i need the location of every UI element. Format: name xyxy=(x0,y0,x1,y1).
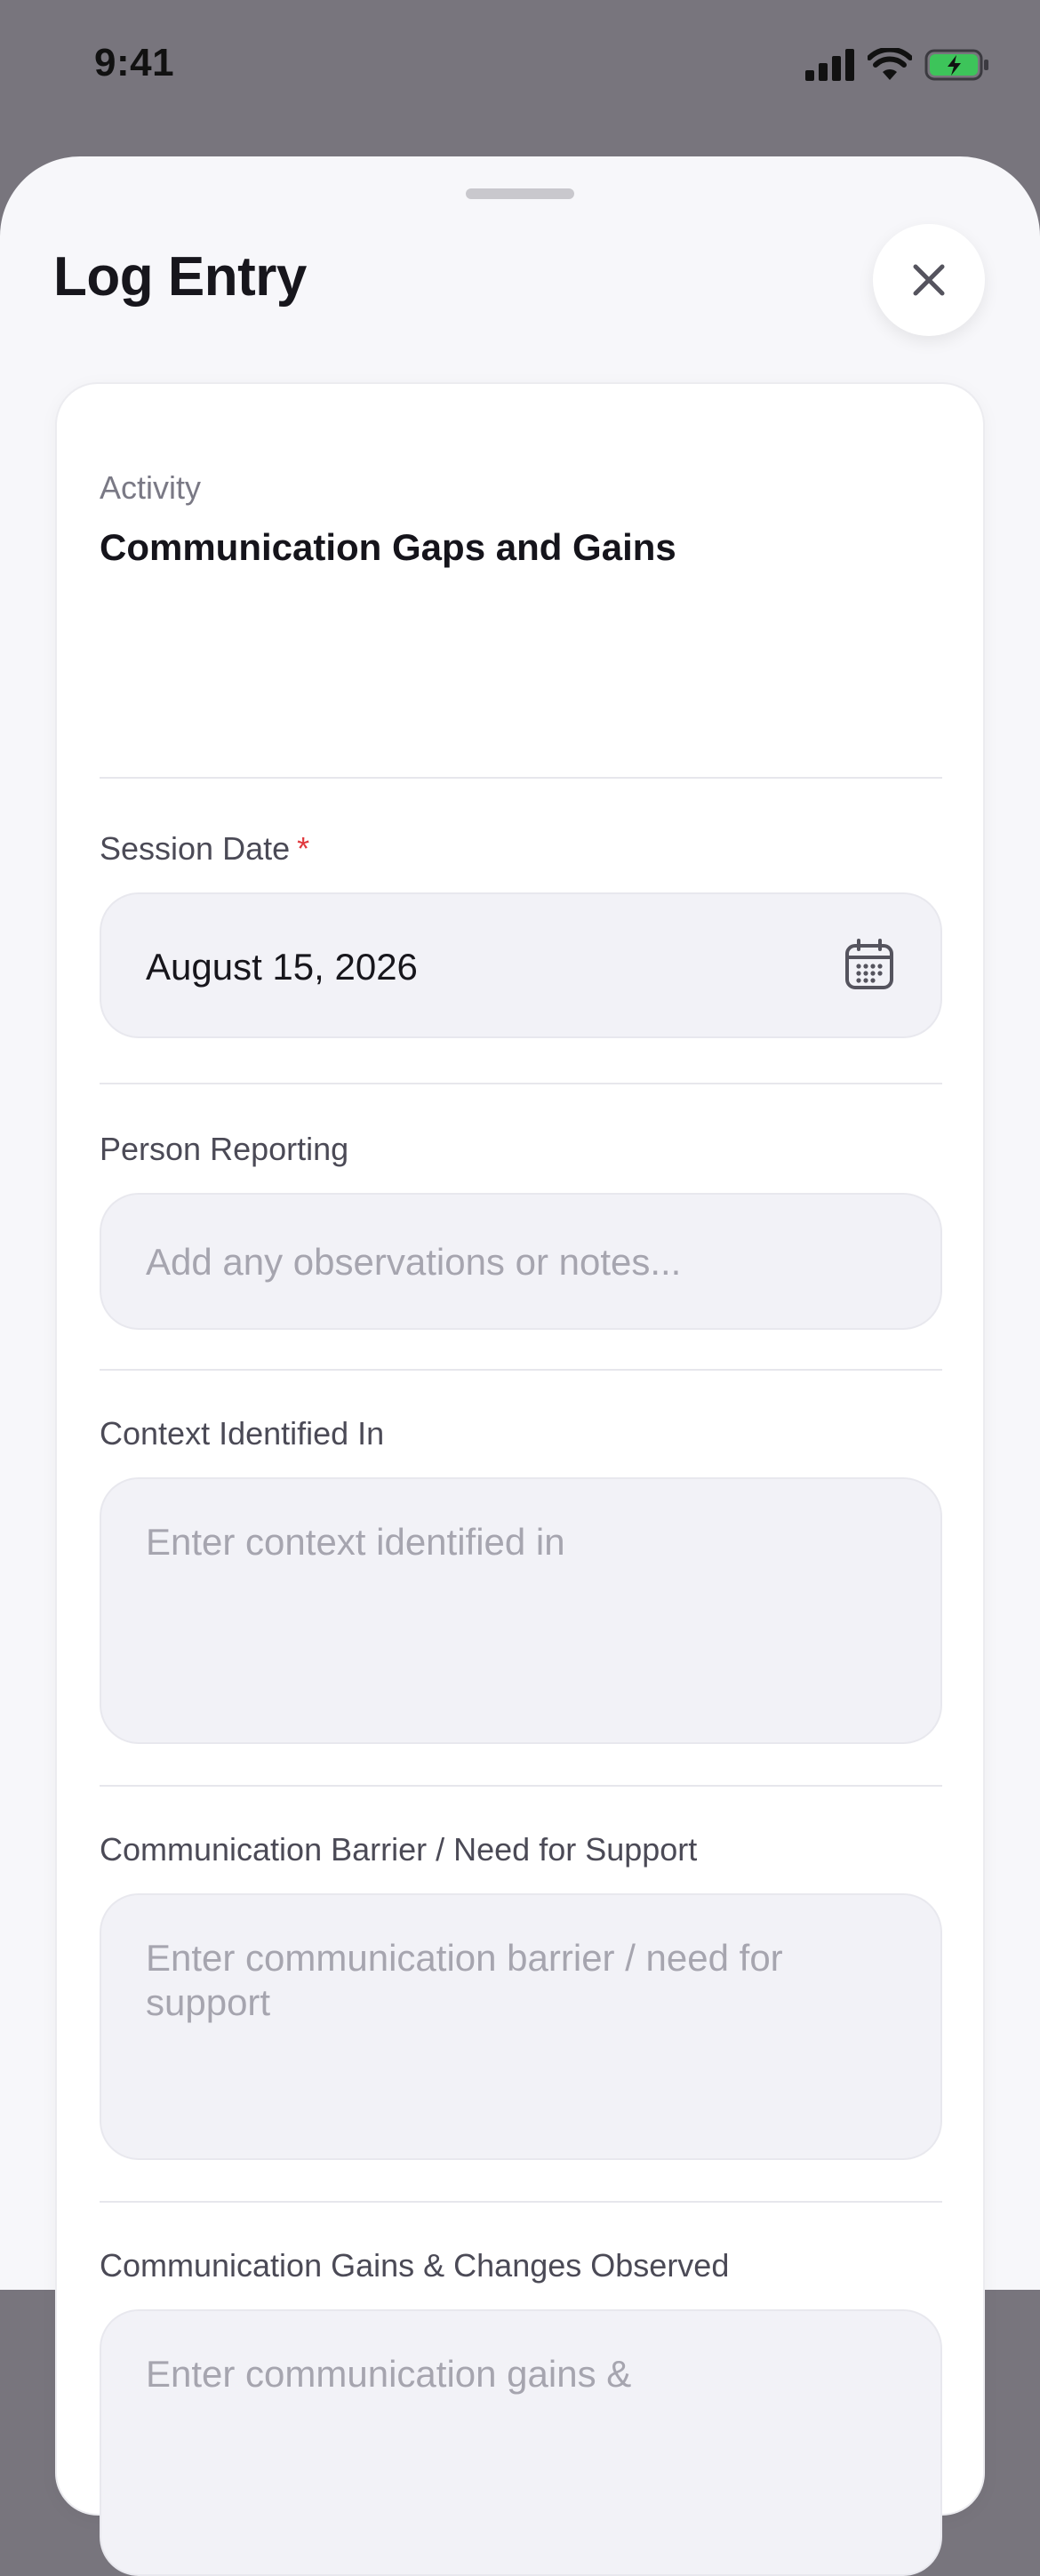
person-reporting-placeholder: Add any observations or notes... xyxy=(146,1241,682,1283)
divider xyxy=(100,1369,942,1371)
gains-placeholder: Enter communication gains & xyxy=(146,2353,632,2395)
person-reporting-input[interactable]: Add any observations or notes... xyxy=(100,1193,942,1330)
barrier-placeholder: Enter communication barrier / need for s… xyxy=(146,1937,783,2023)
barrier-input[interactable]: Enter communication barrier / need for s… xyxy=(100,1893,942,2160)
session-date-label: Session Date * xyxy=(100,830,309,868)
close-icon xyxy=(913,264,945,296)
status-time: 9:41 xyxy=(94,41,175,84)
gains-input[interactable]: Enter communication gains & xyxy=(100,2309,942,2576)
divider xyxy=(100,1785,942,1787)
session-date-value: August 15, 2026 xyxy=(146,946,418,988)
divider xyxy=(100,777,942,779)
divider xyxy=(100,1083,942,1084)
context-input[interactable]: Enter context identified in xyxy=(100,1477,942,1744)
wifi-icon xyxy=(868,48,912,80)
session-date-field[interactable]: August 15, 2026 xyxy=(100,892,942,1038)
activity-label: Activity xyxy=(100,469,202,506)
divider xyxy=(100,2201,942,2203)
sheet-title: Log Entry xyxy=(53,246,307,308)
context-label: Context Identified In xyxy=(100,1415,385,1452)
person-reporting-label: Person Reporting xyxy=(100,1131,349,1167)
battery-charging-icon xyxy=(924,49,988,81)
barrier-label: Communication Barrier / Need for Support xyxy=(100,1831,698,1868)
gains-label: Communication Gains & Changes Observed xyxy=(100,2247,730,2284)
status-icons xyxy=(805,48,990,82)
required-marker: * xyxy=(297,830,310,867)
calendar-icon[interactable] xyxy=(844,939,894,990)
session-date-label-text: Session Date xyxy=(100,830,291,867)
context-placeholder: Enter context identified in xyxy=(146,1521,565,1563)
entry-form-card: Activity Communication Gaps and Gains Se… xyxy=(55,382,985,2576)
status-bar: 9:41 xyxy=(0,0,1040,133)
log-entry-sheet: Log Entry Activity Communication Gaps an… xyxy=(0,156,1040,2576)
sheet-grabber[interactable] xyxy=(466,188,574,199)
close-button[interactable] xyxy=(873,224,985,336)
cellular-signal-icon xyxy=(805,49,854,81)
activity-value: Communication Gaps and Gains xyxy=(100,526,676,568)
